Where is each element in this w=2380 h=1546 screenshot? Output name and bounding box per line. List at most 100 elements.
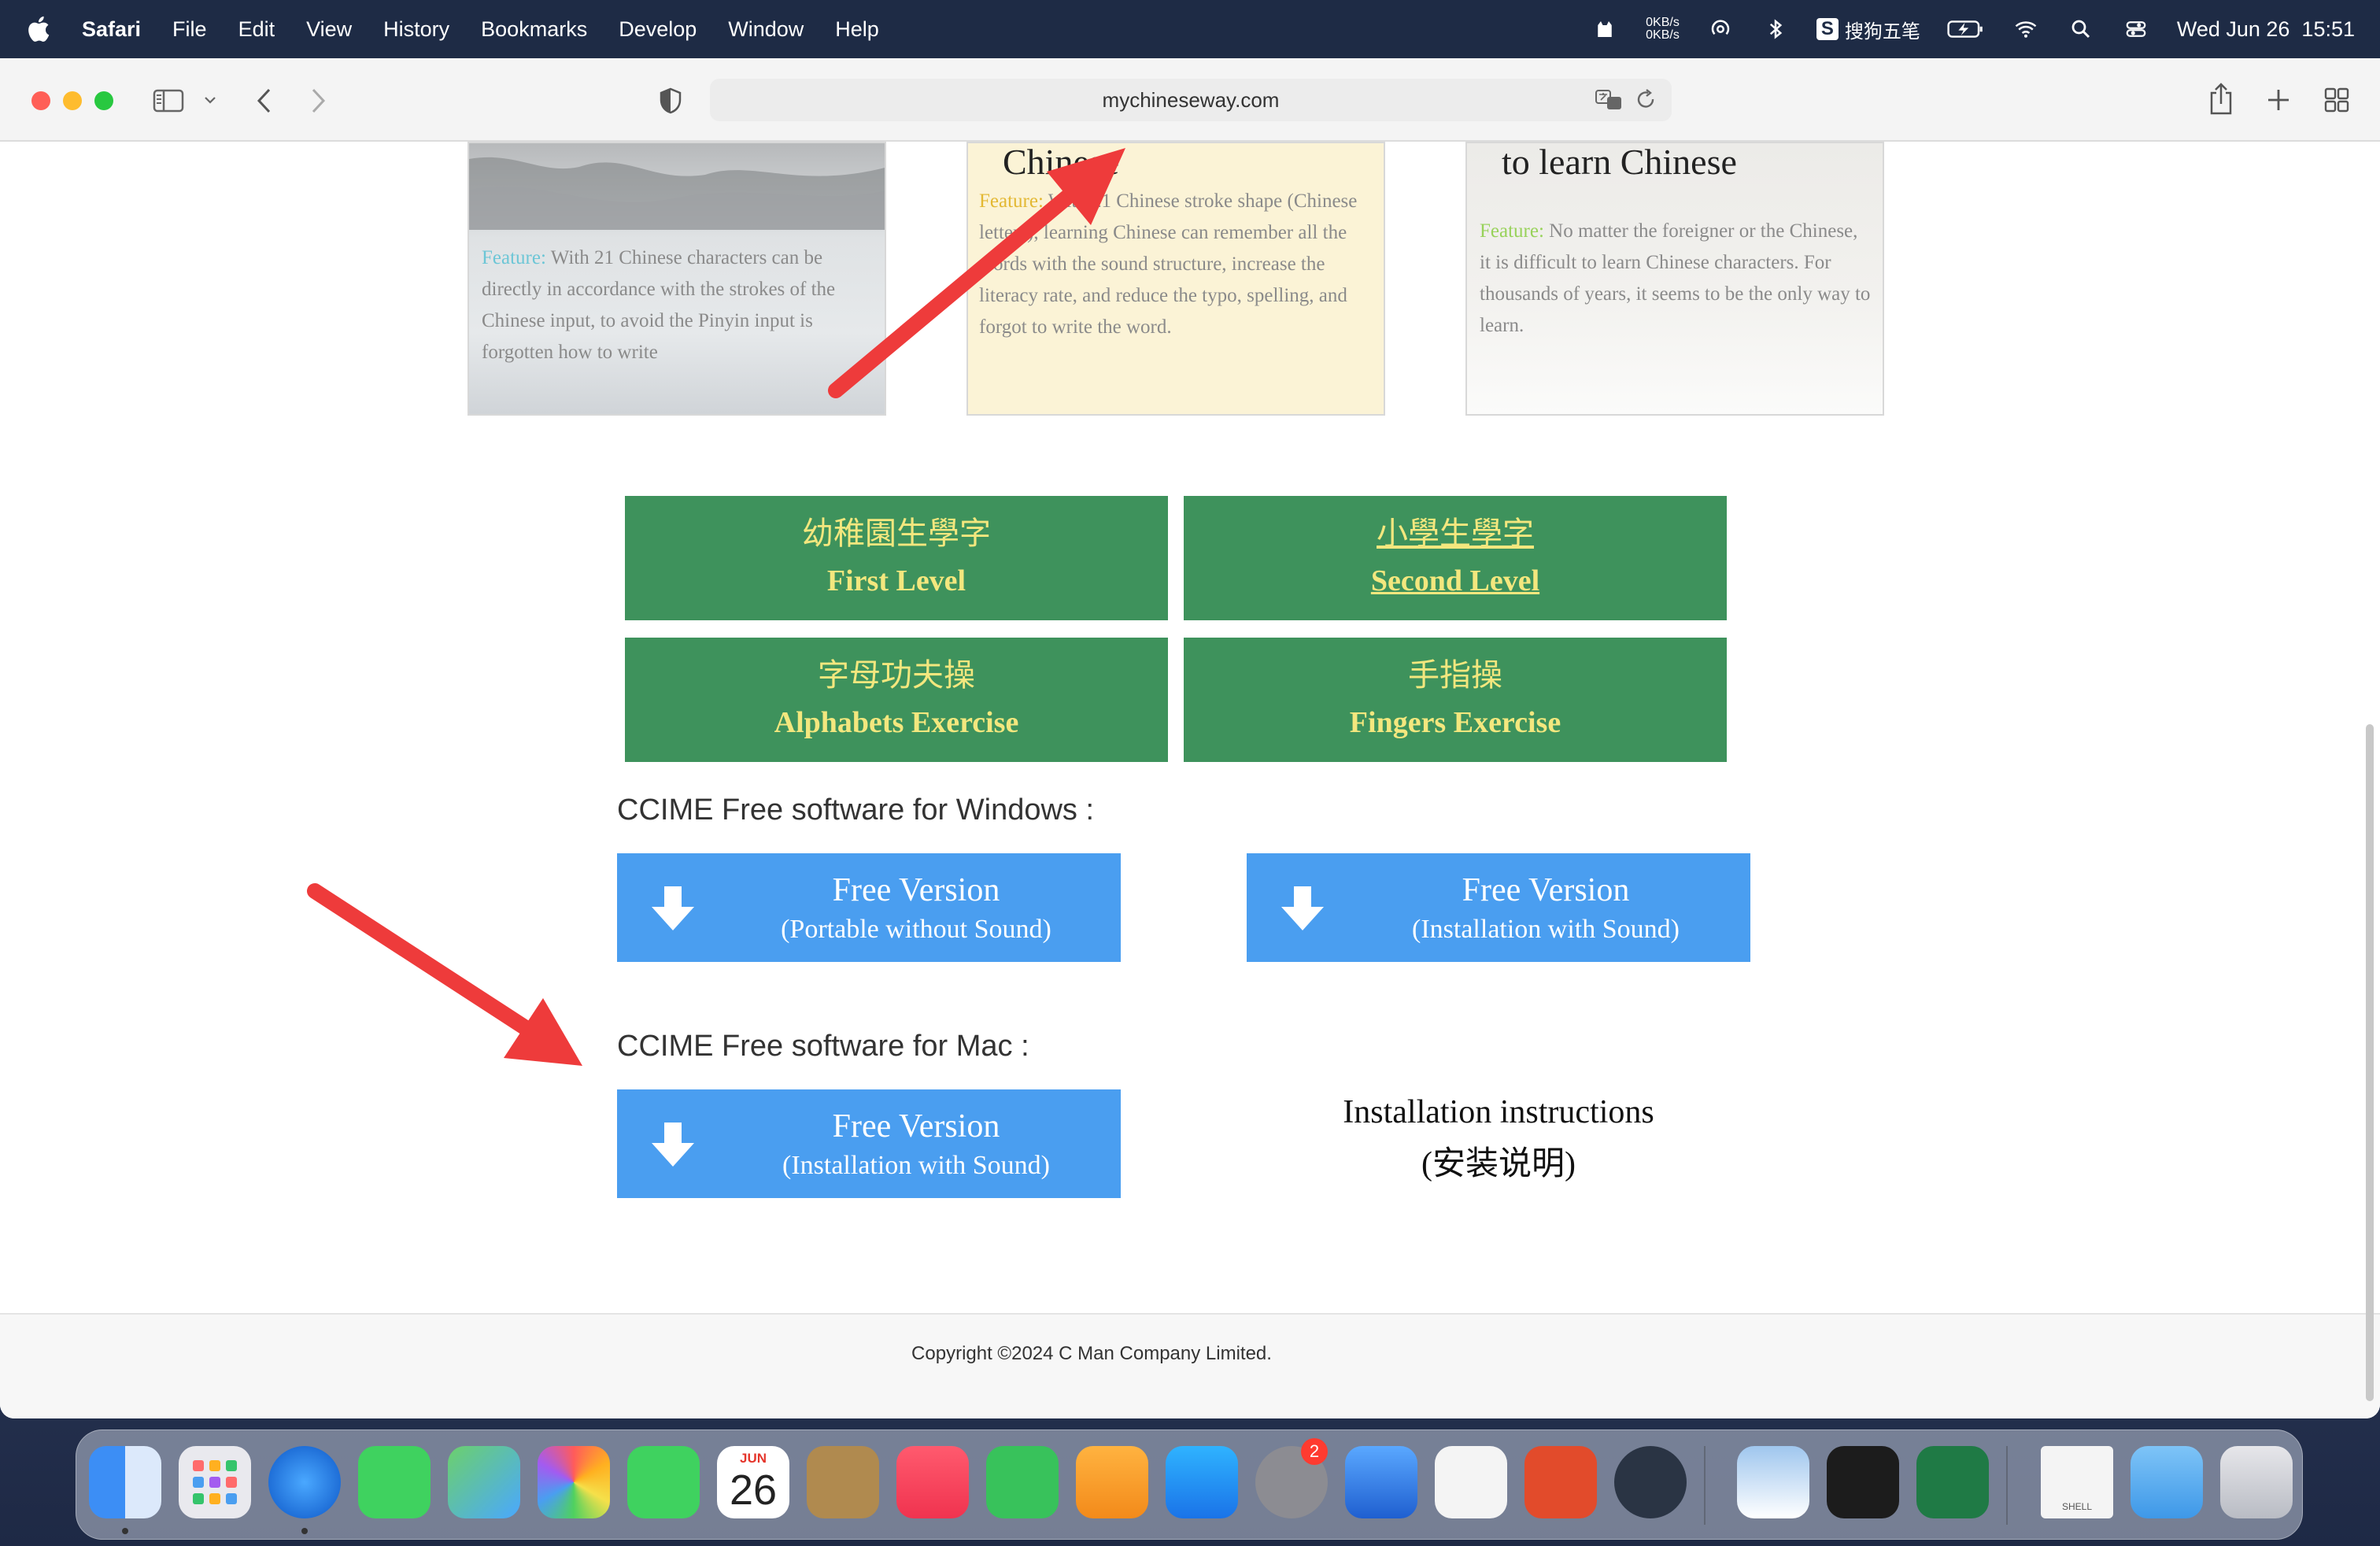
quicktime-icon[interactable] bbox=[1614, 1446, 1687, 1518]
download-subtitle: (Installation with Sound) bbox=[1412, 915, 1680, 944]
page-scrollbar[interactable] bbox=[2366, 724, 2374, 1401]
app-store-icon[interactable] bbox=[1166, 1446, 1238, 1518]
web-page: Feature: With 21 Chinese characters can … bbox=[0, 142, 2380, 1418]
second-level-en: Second Level bbox=[1370, 564, 1540, 597]
bluetooth-icon[interactable] bbox=[1761, 17, 1790, 41]
windows-installer-download-button[interactable]: Free Version (Installation with Sound) bbox=[1247, 853, 1750, 962]
network-download: 0KB/s bbox=[1646, 28, 1680, 42]
shell-file-label: SHELL bbox=[2061, 1501, 2093, 1512]
download-arrow-icon bbox=[652, 1123, 694, 1167]
alphabets-exercise-button[interactable]: 字母功夫操 Alphabets Exercise bbox=[625, 638, 1168, 762]
photos-icon[interactable] bbox=[538, 1446, 610, 1518]
new-tab-plus-icon[interactable] bbox=[2265, 87, 2292, 113]
tab-overview-icon[interactable] bbox=[2323, 87, 2350, 113]
windows-section-heading: CCIME Free software for Windows : bbox=[617, 793, 1095, 827]
download-arrow-icon bbox=[1281, 886, 1324, 930]
feature-card-2-body: With 21 Chinese stroke shape (Chinese le… bbox=[979, 190, 1358, 338]
calendar-day: 26 bbox=[729, 1466, 778, 1514]
alphabets-exercise-cn: 字母功夫操 bbox=[818, 657, 975, 693]
spotlight-search-icon[interactable] bbox=[2067, 17, 2095, 41]
finder-running-dot bbox=[122, 1528, 128, 1534]
forward-arrow-icon[interactable] bbox=[309, 87, 329, 115]
first-level-en: First Level bbox=[826, 564, 966, 597]
dock: JUN 26 2 SHELL bbox=[76, 1429, 2303, 1540]
input-method-menu[interactable]: S 搜狗五笔 bbox=[1816, 16, 1920, 43]
reload-icon[interactable] bbox=[1634, 88, 1658, 112]
trash-icon[interactable] bbox=[2220, 1446, 2293, 1518]
xcode-icon[interactable] bbox=[1345, 1446, 1417, 1518]
privacy-shield-icon[interactable] bbox=[658, 87, 683, 115]
menu-develop[interactable]: Develop bbox=[619, 17, 697, 42]
safari-icon[interactable] bbox=[268, 1446, 341, 1518]
excel-icon[interactable] bbox=[1916, 1446, 1989, 1518]
menu-view[interactable]: View bbox=[306, 17, 352, 42]
battery-icon[interactable] bbox=[1947, 17, 1985, 41]
download-arrow-icon bbox=[652, 886, 694, 930]
feature-card-2-text: Feature: With 21 Chinese stroke shape (C… bbox=[979, 186, 1380, 343]
feature-card-1-label: Feature: bbox=[482, 247, 546, 268]
mac-installer-download-button[interactable]: Free Version (Installation with Sound) bbox=[617, 1089, 1121, 1198]
calendar-month: JUN bbox=[739, 1451, 767, 1466]
cat-status-icon[interactable] bbox=[1591, 17, 1619, 41]
feature-card-3-title: to learn Chinese bbox=[1502, 142, 1737, 182]
alphabets-exercise-en: Alphabets Exercise bbox=[774, 706, 1019, 739]
installation-instructions-link[interactable]: Installation instructions (安装说明) bbox=[1259, 1086, 1738, 1190]
address-bar[interactable]: mychineseway.com bbox=[710, 79, 1672, 121]
share-icon[interactable] bbox=[2207, 82, 2235, 117]
zoom-window-button[interactable] bbox=[94, 91, 113, 110]
messages-icon[interactable] bbox=[358, 1446, 431, 1518]
safari-window: mychineseway.com Feature: With 21 Chines… bbox=[0, 58, 2380, 1418]
pages-icon[interactable] bbox=[1076, 1446, 1148, 1518]
finder-icon[interactable] bbox=[89, 1446, 161, 1518]
numbers-icon[interactable] bbox=[986, 1446, 1059, 1518]
preview-icon[interactable] bbox=[1737, 1446, 1809, 1518]
feature-card-2: Chinese Feature: With 21 Chinese stroke … bbox=[966, 142, 1385, 416]
menu-history[interactable]: History bbox=[383, 17, 449, 42]
wifi-icon[interactable] bbox=[2012, 17, 2040, 41]
airdrop-icon[interactable] bbox=[1706, 17, 1735, 41]
contacts-icon[interactable] bbox=[807, 1446, 879, 1518]
back-arrow-icon[interactable] bbox=[253, 87, 274, 115]
feature-card-1-text: Feature: With 21 Chinese characters can … bbox=[482, 242, 875, 368]
menu-bookmarks[interactable]: Bookmarks bbox=[481, 17, 587, 42]
installation-instructions-en: Installation instructions bbox=[1343, 1094, 1654, 1130]
menubar-clock[interactable]: Wed Jun 26 15:51 bbox=[2177, 17, 2355, 42]
chevron-down-icon[interactable] bbox=[203, 94, 217, 105]
dock-separator bbox=[2006, 1446, 2008, 1525]
activity-monitor-icon[interactable] bbox=[1827, 1446, 1899, 1518]
facetime-icon[interactable] bbox=[627, 1446, 700, 1518]
installation-instructions-cn: (安装说明) bbox=[1421, 1146, 1576, 1182]
maps-icon[interactable] bbox=[448, 1446, 520, 1518]
sidebar-toggle-icon[interactable] bbox=[153, 88, 184, 113]
feature-card-3-label: Feature: bbox=[1480, 220, 1544, 242]
windows-portable-download-button[interactable]: Free Version (Portable without Sound) bbox=[617, 853, 1121, 962]
first-level-cn: 幼稚園生學字 bbox=[802, 516, 991, 551]
mac-section-heading: CCIME Free software for Mac : bbox=[617, 1030, 1029, 1063]
menu-edit[interactable]: Edit bbox=[238, 17, 275, 42]
download-subtitle: (Portable without Sound) bbox=[781, 915, 1051, 944]
feature-card-2-label: Feature: bbox=[979, 190, 1044, 212]
second-level-cn: 小學生學字 bbox=[1377, 516, 1534, 551]
menu-file[interactable]: File bbox=[172, 17, 207, 42]
menu-app-name[interactable]: Safari bbox=[82, 17, 141, 42]
launchpad-icon[interactable] bbox=[179, 1446, 251, 1518]
control-center-icon[interactable] bbox=[2122, 17, 2150, 41]
apple-menu-icon[interactable] bbox=[25, 14, 55, 44]
calendar-icon[interactable]: JUN 26 bbox=[717, 1446, 789, 1518]
fingers-exercise-button[interactable]: 手指操 Fingers Exercise bbox=[1184, 638, 1727, 762]
translate-icon[interactable] bbox=[1595, 88, 1624, 112]
menu-help[interactable]: Help bbox=[835, 17, 879, 42]
minimize-window-button[interactable] bbox=[63, 91, 82, 110]
first-level-button[interactable]: 幼稚園生學字 First Level bbox=[625, 496, 1168, 620]
second-level-button[interactable]: 小學生學字 Second Level bbox=[1184, 496, 1727, 620]
downloads-folder-icon[interactable] bbox=[2131, 1446, 2203, 1518]
shell-script-file-icon[interactable]: SHELL bbox=[2041, 1446, 2113, 1518]
url-text: mychineseway.com bbox=[1102, 87, 1280, 112]
remote-desktop-icon[interactable] bbox=[1524, 1446, 1597, 1518]
close-window-button[interactable] bbox=[31, 91, 50, 110]
menu-window[interactable]: Window bbox=[728, 17, 804, 42]
copyright-text: Copyright ©2024 C Man Company Limited. bbox=[911, 1343, 1272, 1364]
music-icon[interactable] bbox=[896, 1446, 969, 1518]
textedit-icon[interactable] bbox=[1435, 1446, 1507, 1518]
network-speed[interactable]: 0KB/s 0KB/s bbox=[1646, 17, 1680, 42]
